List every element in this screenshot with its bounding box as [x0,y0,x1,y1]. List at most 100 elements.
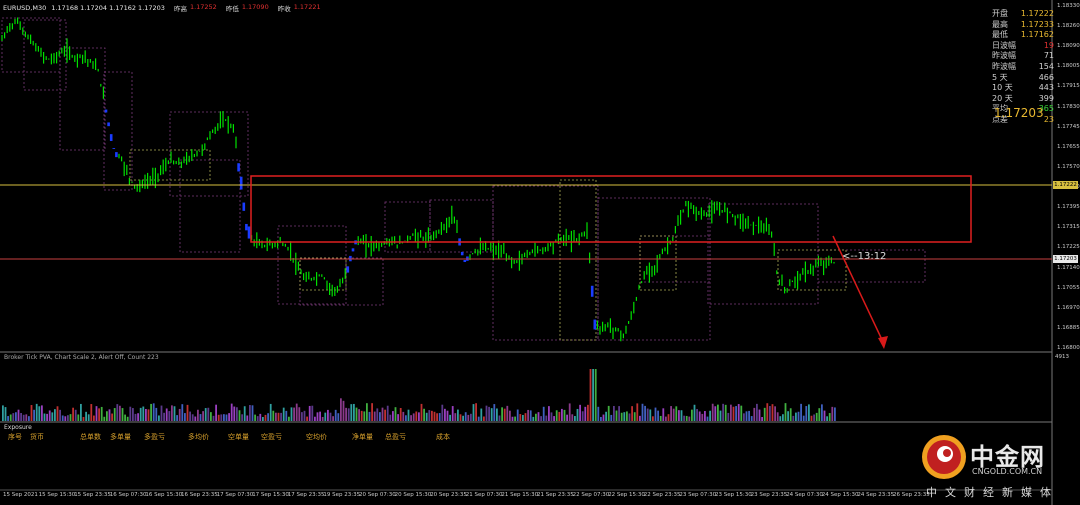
volume-bar [316,412,319,421]
stat-row: 日波幅 19 [992,40,1054,51]
volume-bar [371,403,373,421]
volume-bar [519,414,522,421]
volume-bar [126,416,129,421]
volume-bar [493,404,496,421]
volume-bar [823,410,826,421]
volume-bar [776,412,779,421]
volume-bar [329,412,332,421]
volume-bar [381,407,384,421]
volume-bar [267,413,269,421]
volume-bar [522,414,524,421]
price-axis-label: 1.16800 [1057,345,1080,351]
time-axis-label: 23 Sep 23:35 [750,492,788,498]
volume-bar [215,404,217,421]
volume-bar [834,407,836,421]
volume-bar [615,410,618,421]
volume-bar [529,410,532,421]
price-axis-label: 1.18260 [1057,23,1080,30]
volume-bar [173,406,176,421]
exposure-column-header: 总单数 [80,433,101,441]
volume-bar [30,405,33,421]
time-axis-label: 17 Sep 07:30 [216,492,254,498]
time-axis-label: 17 Sep 15:30 [252,492,289,498]
volume-bar [639,415,641,421]
volume-bar [17,409,20,421]
volume-bar [423,408,425,421]
volume-bar [438,413,441,421]
price-axis-label: 1.17055 [1057,284,1080,291]
volume-bar [360,410,363,421]
volume-bar [675,406,678,421]
session-box [103,71,133,191]
volume-bar [535,413,537,421]
volume-bar [163,412,165,421]
volume-bar [743,413,745,421]
volume-bar [204,408,207,421]
volume-bar [100,406,103,421]
volume-bar [446,410,449,421]
volume-bar [457,409,459,421]
volume-bar [7,416,9,421]
volume-bar [379,412,381,421]
volume-bar [82,416,85,421]
volume-bar [321,416,324,421]
volume-bar [810,415,813,421]
volume-bar [449,414,451,421]
volume-bar [220,414,223,421]
volume-bar [740,405,743,421]
volume-bar [610,414,613,421]
volume-bar [366,403,368,421]
volume-bar [821,404,823,421]
exposure-column-header: 空均价 [306,433,327,441]
stat-label: 昨波幅 [992,62,1016,71]
volume-bar [524,413,527,421]
stat-row: 最低 1.17162 [992,29,1054,40]
volume-bar [119,405,121,421]
volume-bar [652,416,654,421]
price-chart[interactable] [0,0,1080,505]
volume-bar [428,410,431,421]
volume-bar [262,416,264,421]
volume-bar [727,412,730,421]
volume-bar [87,414,90,421]
stat-value: 71 [1043,51,1054,61]
time-axis-label: 21 Sep 23:35 [537,492,574,498]
session-box [169,111,249,197]
stat-row: 开盘 1.17222 [992,8,1054,19]
volume-bar [51,412,54,421]
volume-bar [340,398,342,421]
forecast-arrow-head [878,336,888,349]
volume-bar [537,412,540,421]
volume-bar [605,411,607,421]
volume-bar [93,415,95,421]
volume-bar [737,404,740,421]
volume-bar [800,403,802,421]
volume-bar [197,409,199,421]
volume-bar [592,369,594,421]
chart-window[interactable]: EURUSD,M30 1.17168 1.17204 1.17162 1.172… [0,0,1080,505]
exposure-column-header: 多单量 [110,433,131,441]
exposure-column-header: 多均价 [188,433,209,441]
volume-bar [48,410,51,421]
volume-bar [165,408,168,421]
volume-bar [680,410,683,421]
volume-bar [472,404,475,421]
volume-bar [761,416,763,421]
volume-bar [691,409,693,421]
volume-bar [714,406,717,421]
volume-bar [108,409,111,421]
price-axis-label: 1.16885 [1057,324,1080,331]
volume-bar [249,405,251,421]
time-axis-label: 15 Sep 15:30 [38,492,76,498]
volume-bar [626,411,628,421]
time-axis-label: 26 Sep 23:35 [893,492,930,498]
exposure-column-header: 净单量 [352,433,373,441]
volume-bar [212,415,215,421]
volume-bar [511,416,514,421]
volume-bar [155,407,158,421]
session-box [277,225,347,305]
stat-value: 23 [1043,115,1054,124]
volume-bar [418,412,420,421]
volume-bar [514,416,516,421]
volume-bar [654,407,657,421]
